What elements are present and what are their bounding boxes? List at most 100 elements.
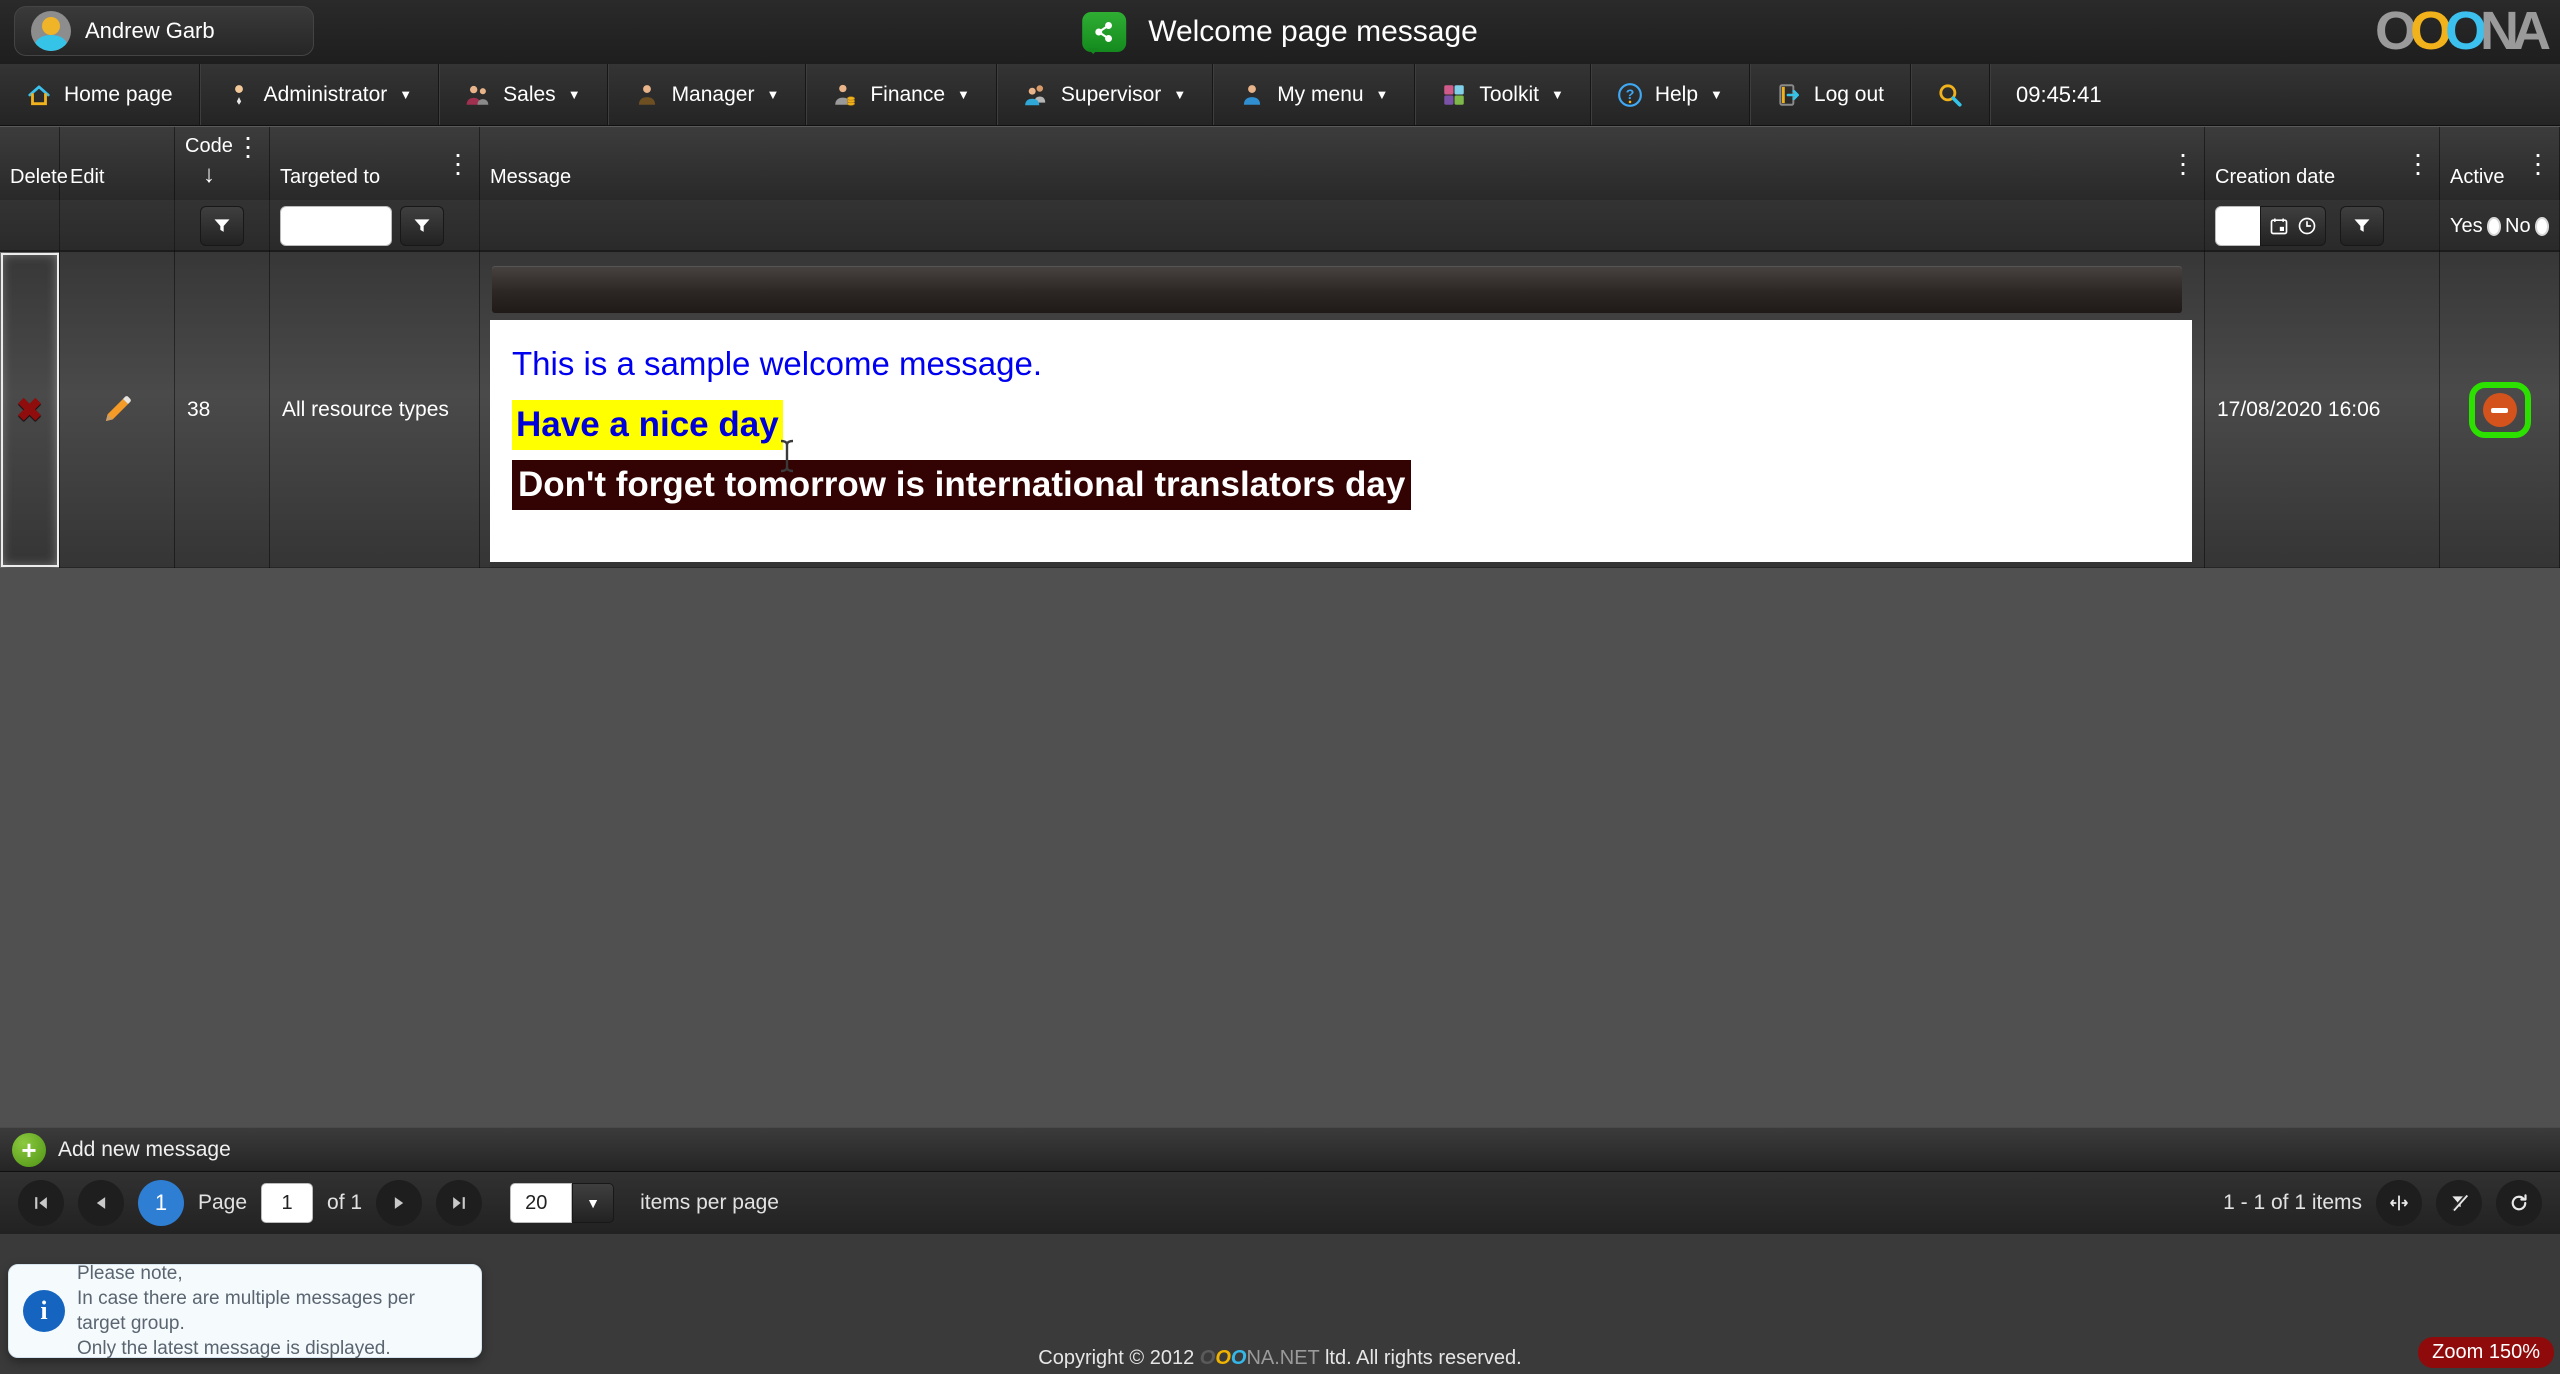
next-page-button[interactable] [376,1180,422,1226]
column-header-active[interactable]: Active ⋮ [2440,127,2560,201]
filter-delete [0,200,60,252]
column-header-message[interactable]: Message ⋮ [480,127,2205,201]
code-filter-button[interactable] [200,206,244,246]
prev-page-icon [91,1193,111,1213]
last-page-icon [449,1193,469,1213]
prev-page-button[interactable] [78,1180,124,1226]
zoom-level-badge: Zoom 150% [2418,1337,2554,1368]
page-size-select[interactable]: 20 ▼ [510,1183,614,1223]
nav-supervisor[interactable]: Supervisor ▼ [996,64,1212,125]
brand-letter: O [1215,1347,1231,1369]
targeted-to-filter-input[interactable] [280,206,392,246]
copyright-suffix: ltd. All rights reserved. [1319,1347,1521,1369]
nav-sales[interactable]: Sales▼ [438,64,606,125]
active-minus-icon [2483,393,2517,427]
page-title-block: Welcome page message [1082,0,1478,64]
message-scrollbar[interactable] [492,266,2182,313]
active-cell [2440,252,2560,568]
sales-icon [465,82,491,108]
active-toggle[interactable] [2469,382,2531,438]
page-size-dropdown-button[interactable]: ▼ [572,1183,614,1223]
message-line-2: Have a nice day [512,400,783,450]
refresh-button[interactable] [2496,1180,2542,1226]
page-number-input[interactable] [261,1183,313,1223]
filter-funnel-icon [212,216,232,236]
nav-administrator[interactable]: Administrator ▼ [199,64,439,125]
message-cell: This is a sample welcome message. Have a… [480,252,2205,568]
nav-home-page[interactable]: Home page [0,64,199,125]
date-time-picker-button[interactable] [2260,206,2326,246]
nav-label: Home page [64,83,173,107]
pager-bar: 1 Page of 1 20 ▼ items per page 1 - 1 of… [0,1171,2560,1234]
nav-label: Help [1655,83,1698,107]
message-line-3: Don't forget tomorrow is international t… [512,460,1411,510]
clear-filters-button[interactable] [2436,1180,2482,1226]
finance-icon [832,82,858,108]
nav-help[interactable]: ? Help ▼ [1590,64,1749,125]
nav-my-menu[interactable]: My menu▼ [1212,64,1414,125]
nav-manager[interactable]: Manager▼ [607,64,806,125]
edit-pencil-icon[interactable] [100,393,134,427]
toolkit-icon [1441,82,1467,108]
nav-finance[interactable]: Finance▼ [805,64,996,125]
edit-cell[interactable] [60,252,175,568]
grid-header: Delete Edit Code ⋮ ↓ Targeted to ⋮ Messa… [0,126,2560,200]
svg-text:?: ? [1626,85,1635,101]
avatar [31,11,71,51]
active-no-radio[interactable] [2535,217,2549,236]
chevron-down-icon: ▼ [1710,87,1723,102]
fit-columns-icon [2389,1193,2409,1213]
creation-date-filter-button[interactable] [2340,206,2384,246]
chevron-down-icon: ▼ [586,1195,600,1211]
nav-label: My menu [1277,83,1363,107]
targeted-to-cell: All resource types [270,252,480,568]
delete-cell[interactable]: ✖ [0,252,60,568]
page-of-label: of 1 [327,1191,362,1215]
nav-label: Administrator [264,83,388,107]
info-tooltip: i Please note, In case there are multipl… [8,1264,482,1358]
tooltip-line-2: In case there are multiple messages per … [77,1286,467,1336]
chevron-down-icon: ▼ [1173,87,1186,102]
items-range-label: 1 - 1 of 1 items [2223,1191,2362,1215]
main-nav: Home page Administrator ▼ Sales▼ Manager▼… [0,64,2560,126]
column-header-targeted-to[interactable]: Targeted to ⋮ [270,127,480,201]
nav-log-out[interactable]: Log out [1749,64,1910,125]
active-yes-label: Yes [2450,215,2483,238]
active-yes-radio[interactable] [2487,217,2501,236]
user-menu[interactable]: Andrew Garb [14,6,314,56]
column-header-edit: Edit [60,127,175,201]
column-menu-icon[interactable]: ⋮ [2170,149,2196,180]
column-menu-icon[interactable]: ⋮ [2525,149,2551,180]
tooltip-line-1: Please note, [77,1261,467,1286]
text-cursor [778,438,796,474]
nav-label: Toolkit [1479,83,1539,107]
current-page-button[interactable]: 1 [138,1180,184,1226]
targeted-to-filter-button[interactable] [400,206,444,246]
user-name: Andrew Garb [85,18,215,44]
column-menu-icon[interactable]: ⋮ [2405,149,2431,180]
chevron-down-icon: ▼ [399,87,412,102]
home-icon [26,82,52,108]
nav-label: Finance [870,83,945,107]
nav-toolkit[interactable]: Toolkit▼ [1414,64,1589,125]
info-icon: i [23,1290,65,1332]
filter-targeted-to [270,200,480,252]
creation-date-filter-input[interactable] [2215,206,2261,246]
refresh-icon [2509,1193,2529,1213]
last-page-button[interactable] [436,1180,482,1226]
column-menu-icon[interactable]: ⋮ [445,149,471,180]
fit-columns-button[interactable] [2376,1180,2422,1226]
delete-icon[interactable]: ✖ [16,391,43,429]
add-new-message-button[interactable]: + Add new message [0,1127,2560,1171]
first-page-button[interactable] [18,1180,64,1226]
chevron-down-icon: ▼ [568,87,581,102]
nav-search[interactable] [1910,64,1989,125]
calendar-icon [2269,216,2289,236]
items-per-page-label: items per page [640,1191,779,1215]
chevron-down-icon: ▼ [766,87,779,102]
column-header-code[interactable]: Code ⋮ ↓ [175,127,270,201]
column-header-creation-date[interactable]: Creation date ⋮ [2205,127,2440,201]
code-cell: 38 [175,252,270,568]
column-menu-icon[interactable]: ⋮ [235,132,261,163]
nav-label: Supervisor [1061,83,1161,107]
